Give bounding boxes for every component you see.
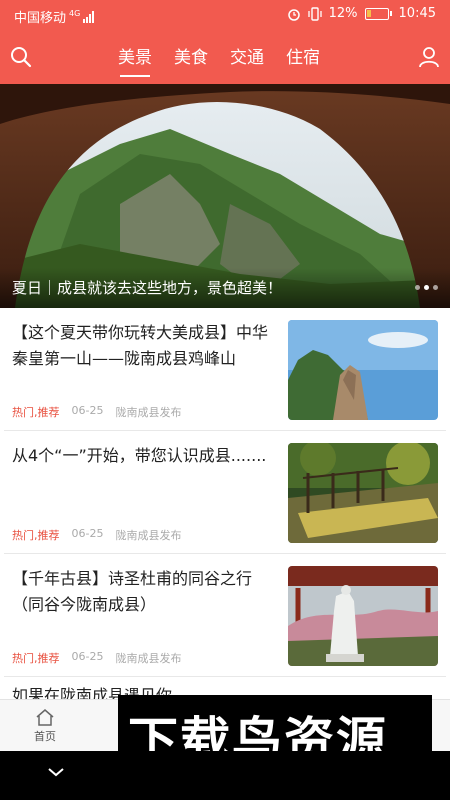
article-tag: 热门,推荐 [12,652,60,665]
article-tag: 热门,推荐 [12,406,60,419]
article-date: 06-25 [71,404,104,417]
signal-icon [83,10,95,23]
article-meta: 热门,推荐 06-25 陇南成县发布 [12,527,181,543]
tab-scenery[interactable]: 美景 [118,32,152,84]
banner-carousel[interactable]: 夏日｜成县就该去这些地方，景色超美！ [0,84,450,308]
article-thumbnail [288,320,438,420]
clock: 10:45 [398,6,436,21]
network-type: 4G [69,9,81,18]
alarm-icon [287,8,300,21]
article-meta: 热门,推荐 06-25 陇南成县发布 [12,650,181,666]
home-icon [36,709,54,726]
article-meta: 热门,推荐 06-25 陇南成县发布 [12,404,181,420]
user-icon[interactable] [418,46,440,68]
article-list: 【这个夏天带你玩转大美成县】中华秦皇第一山——陇南成县鸡峰山 热门,推荐 06-… [0,308,450,717]
status-bar: 中国移动 4G 12% 10:45 [0,0,450,32]
carousel-dot [415,285,420,290]
search-icon[interactable] [10,46,32,68]
article-thumbnail [288,566,438,666]
tab-food[interactable]: 美食 [174,32,208,84]
article-source: 陇南成县发布 [115,406,182,419]
article-thumbnail [288,443,438,543]
carousel-indicator [415,285,438,290]
battery-percent: 12% [328,6,358,21]
list-item[interactable]: 【这个夏天带你玩转大美成县】中华秦皇第一山——陇南成县鸡峰山 热门,推荐 06-… [4,308,446,431]
article-date: 06-25 [71,650,104,663]
article-source: 陇南成县发布 [115,529,182,542]
top-header: 美景 美食 交通 住宿 [0,32,450,84]
nav-home[interactable]: 首页 [22,708,68,744]
article-title: 【这个夏天带你玩转大美成县】中华秦皇第一山——陇南成县鸡峰山 [12,323,269,368]
vibrate-icon [307,6,322,21]
category-tabs: 美景 美食 交通 住宿 [118,32,320,84]
nav-home-label: 首页 [34,730,56,743]
carrier-name: 中国移动 [14,11,67,26]
article-tag: 热门,推荐 [12,529,60,542]
chevron-down-icon[interactable] [46,765,66,779]
list-item[interactable]: 从4个“一”开始，带您认识成县....... 热门,推荐 06-25 陇南成县发… [4,431,446,554]
carousel-dot [424,285,429,290]
battery-icon [364,7,389,20]
banner-caption: 夏日｜成县就该去这些地方，景色超美！ [12,279,283,297]
system-nav-bar [0,751,450,800]
article-source: 陇南成县发布 [115,652,182,665]
article-title: 【千年古县】诗圣杜甫的同谷之行（同谷今陇南成县） [12,569,253,614]
list-item[interactable]: 【千年古县】诗圣杜甫的同谷之行（同谷今陇南成县） 热门,推荐 06-25 陇南成… [4,554,446,677]
article-title: 从4个“一”开始，带您认识成县....... [12,446,267,465]
carousel-dot [433,285,438,290]
article-date: 06-25 [71,527,104,540]
tab-transport[interactable]: 交通 [230,32,264,84]
tab-lodging[interactable]: 住宿 [286,32,320,84]
